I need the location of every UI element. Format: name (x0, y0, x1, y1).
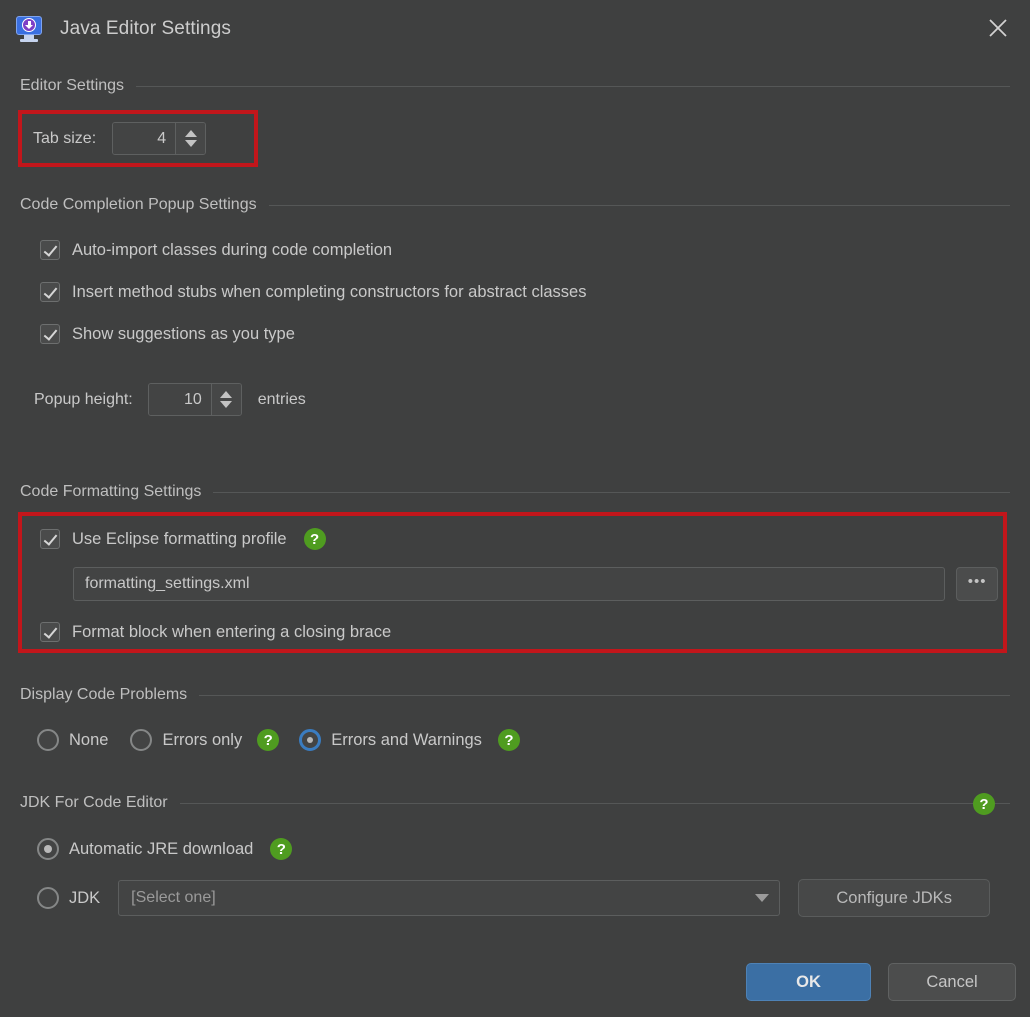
checkbox-auto-import[interactable] (40, 240, 60, 260)
section-code-formatting: Code Formatting Settings (20, 483, 1010, 501)
tab-size-label: Tab size: (33, 129, 97, 147)
ok-button[interactable]: OK (746, 963, 871, 1001)
tab-size-stepper-buttons[interactable] (175, 123, 206, 154)
jdk-select-value: [Select one] (131, 889, 216, 906)
stepper-up-icon[interactable] (220, 391, 233, 398)
checkbox-show-suggestions[interactable] (40, 324, 60, 344)
radio-errors-only-label: Errors only (162, 730, 243, 749)
radio-automatic-jre-download[interactable] (37, 838, 59, 860)
radio-jdk[interactable] (37, 887, 59, 909)
popup-height-value[interactable]: 10 (148, 384, 211, 415)
checkbox-format-block-label: Format block when entering a closing bra… (72, 622, 392, 641)
section-rule (199, 694, 1010, 696)
tab-size-stepper[interactable]: 4 (112, 122, 207, 155)
formatting-profile-path-input[interactable]: formatting_settings.xml (73, 567, 946, 601)
browse-button[interactable]: ••• (956, 567, 998, 601)
section-rule (136, 85, 1010, 87)
checkbox-format-block-row[interactable]: Format block when entering a closing bra… (40, 622, 391, 642)
section-heading-formatting: Code Formatting Settings (20, 483, 202, 500)
section-rule (268, 204, 1010, 206)
popup-height-stepper[interactable]: 10 (147, 383, 242, 416)
popup-height-row: Popup height: 10 entries (34, 383, 306, 416)
popup-height-stepper-buttons[interactable] (210, 384, 241, 415)
cancel-button[interactable]: Cancel (888, 963, 1016, 1001)
java-monitor-icon (14, 14, 44, 44)
stepper-up-icon[interactable] (184, 130, 197, 137)
stepper-down-icon[interactable] (184, 140, 197, 147)
close-icon[interactable] (976, 8, 1020, 48)
popup-height-units: entries (257, 390, 306, 408)
help-icon-errors-and-warnings[interactable]: ? (497, 729, 520, 751)
jdk-select-dropdown[interactable]: [Select one] (118, 880, 781, 916)
chevron-down-icon[interactable] (755, 894, 770, 902)
radio-none[interactable] (37, 729, 59, 751)
section-display-code-problems: Display Code Problems (20, 686, 1010, 704)
help-icon-automatic-jre[interactable]: ? (270, 838, 293, 860)
checkbox-auto-import-label: Auto-import classes during code completi… (72, 240, 393, 259)
section-rule (179, 802, 1010, 804)
java-editor-settings-dialog: Java Editor Settings Editor Settings Tab… (0, 0, 1030, 1017)
section-jdk-for-code-editor: JDK For Code Editor (20, 794, 1010, 812)
stepper-down-icon[interactable] (220, 401, 233, 408)
section-code-completion: Code Completion Popup Settings (20, 196, 1010, 214)
title-bar: Java Editor Settings (0, 0, 1030, 57)
section-heading-editor: Editor Settings (20, 77, 125, 94)
checkbox-use-eclipse-row[interactable]: Use Eclipse formatting profile ? (40, 528, 326, 550)
checkbox-show-suggestions-row[interactable]: Show suggestions as you type (40, 324, 295, 344)
help-icon-errors-only[interactable]: ? (257, 729, 280, 751)
section-heading-completion: Code Completion Popup Settings (20, 196, 257, 213)
checkbox-insert-method-stubs-label: Insert method stubs when completing cons… (72, 282, 587, 301)
checkbox-auto-import-row[interactable]: Auto-import classes during code completi… (40, 240, 392, 260)
radio-automatic-jre-download-label: Automatic JRE download (69, 839, 254, 858)
radio-none-label: None (69, 730, 109, 749)
checkbox-use-eclipse-profile[interactable] (40, 529, 60, 549)
popup-height-label: Popup height: (34, 390, 133, 408)
radio-errors-and-warnings-label: Errors and Warnings (331, 730, 482, 749)
checkbox-show-suggestions-label: Show suggestions as you type (72, 324, 295, 343)
tab-size-row: Tab size: 4 (33, 122, 207, 155)
formatting-profile-path-row: formatting_settings.xml ••• (73, 567, 998, 601)
radio-jdk-label: JDK (69, 888, 101, 907)
section-editor-settings: Editor Settings (20, 77, 1010, 95)
checkbox-insert-method-stubs[interactable] (40, 282, 60, 302)
checkbox-format-block[interactable] (40, 622, 60, 642)
problems-radio-group: None Errors only ? Errors and Warnings ? (37, 729, 520, 751)
radio-automatic-jre-row[interactable]: Automatic JRE download ? (37, 838, 293, 860)
help-icon-jdk-section[interactable]: ? (973, 793, 995, 815)
checkbox-use-eclipse-profile-label: Use Eclipse formatting profile (72, 529, 287, 548)
radio-errors-and-warnings[interactable] (299, 729, 322, 751)
window-title: Java Editor Settings (60, 17, 231, 39)
radio-errors-only[interactable] (130, 729, 153, 751)
section-rule (213, 491, 1010, 493)
checkbox-insert-method-stubs-row[interactable]: Insert method stubs when completing cons… (40, 282, 586, 302)
help-icon-eclipse-profile[interactable]: ? (303, 528, 326, 550)
jdk-select-row: JDK [Select one] Configure JDKs (37, 879, 997, 917)
configure-jdks-button[interactable]: Configure JDKs (798, 879, 991, 917)
section-heading-jdk: JDK For Code Editor (20, 794, 168, 811)
tab-size-value[interactable]: 4 (113, 123, 176, 154)
section-heading-problems: Display Code Problems (20, 686, 188, 703)
